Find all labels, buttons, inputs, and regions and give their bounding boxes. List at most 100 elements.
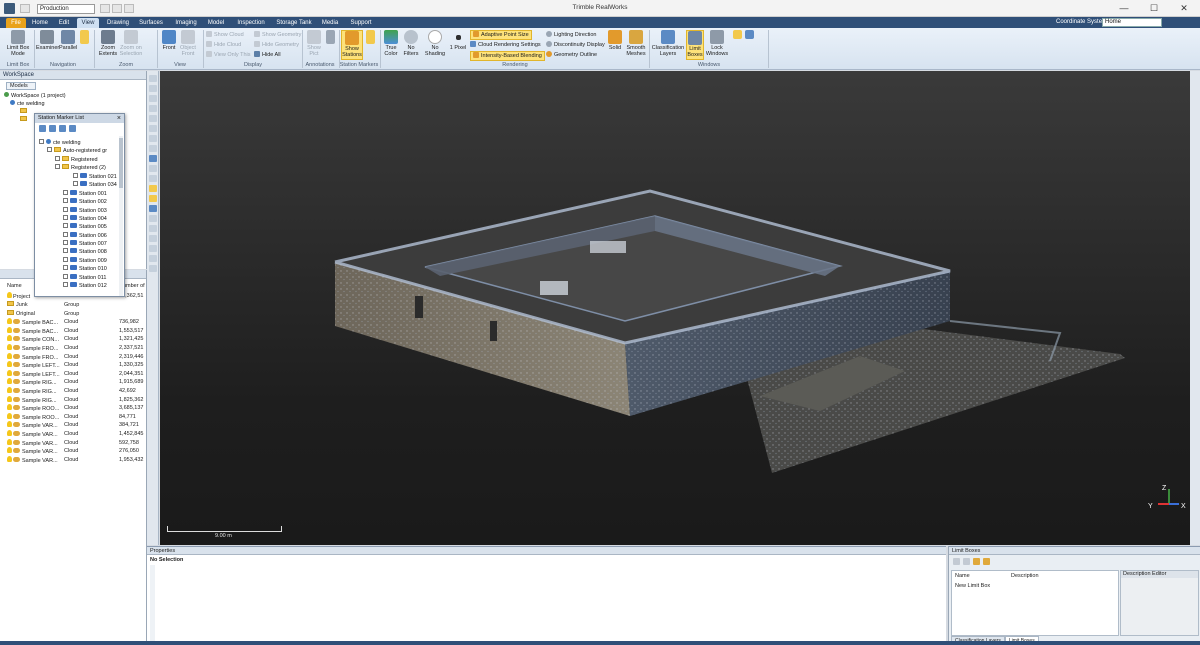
tab-view[interactable]: View [77,18,99,28]
tab-inspection[interactable]: Inspection [233,18,269,28]
open-folder-icon[interactable] [973,558,980,565]
view-only-this-button[interactable]: View Only This [206,51,250,59]
layer-row[interactable]: Junk Group [0,301,145,310]
checkbox[interactable] [63,215,68,221]
lock-windows-button[interactable]: Lock Windows [705,30,729,57]
viewport-tool-icon[interactable] [149,85,157,92]
station-item[interactable]: Station 021 [73,173,117,181]
viewport-tool-icon[interactable] [149,105,157,112]
viewport-tool-icon[interactable] [149,135,157,142]
viewport-tool-icon[interactable] [149,185,157,192]
checkbox[interactable] [63,190,68,195]
station-item[interactable]: Station 011 [63,273,106,282]
layer-row[interactable]: Sample RIG... Cloud 42,692 [0,387,145,396]
tab-storage-tank[interactable]: Storage Tank [274,18,314,28]
visibility-icon[interactable] [7,455,12,462]
viewport-tool-icon[interactable] [149,145,157,152]
solid-button[interactable]: Solid [606,30,624,51]
station-item[interactable]: Station 002 [63,198,107,206]
station-item[interactable]: Station 008 [63,248,107,256]
tab-surfaces[interactable]: Surfaces [136,18,166,28]
tab-models[interactable]: Models [6,82,36,90]
checkbox[interactable] [63,198,68,204]
hide-cloud-button[interactable]: Hide Cloud [206,41,241,49]
layer-row[interactable]: Sample RIG... Cloud 1,915,689 [0,378,145,387]
annotation-options-button[interactable] [324,30,336,45]
station-item[interactable]: Station 034 [73,181,117,189]
visibility-icon[interactable] [7,430,12,436]
collapse-icon[interactable] [49,125,56,132]
tree-folder[interactable] [20,108,29,116]
viewport-tool-icon[interactable] [149,155,157,162]
visibility-icon[interactable] [7,447,12,454]
checkbox[interactable] [63,206,68,212]
station-group-item[interactable]: Auto-registered gr [47,147,107,155]
viewport-tool-icon[interactable] [149,225,157,232]
viewport-tool-icon[interactable] [149,215,157,222]
visibility-icon[interactable] [7,344,12,350]
station-item[interactable]: Station 007 [63,240,107,248]
zoom-on-selection-button[interactable]: Zoom on Selection [119,30,143,57]
save-icon[interactable] [124,4,134,13]
no-filters-button[interactable]: No Filters [401,30,421,57]
smooth-meshes-button[interactable]: Smooth Meshes [625,30,647,57]
visibility-icon[interactable] [7,404,12,411]
visibility-icon[interactable] [7,326,12,333]
visibility-icon[interactable] [7,369,12,376]
expand-icon[interactable] [39,125,46,132]
layer-row[interactable]: Sample FRO... Cloud 2,319,446 [0,352,145,362]
viewport-tool-icon[interactable] [149,235,157,242]
visibility-icon[interactable] [7,412,12,419]
viewport-tool-icon[interactable] [149,245,157,252]
show-geometry-button[interactable]: Show Geometry [254,31,301,39]
lighting-direction-button[interactable]: Lighting Direction [546,31,597,39]
layer-row[interactable]: Sample LEFT... Cloud 2,044,351 [0,369,145,379]
minimize-button[interactable]: — [1110,1,1138,15]
viewport-tool-icon[interactable] [149,205,157,212]
station-item[interactable]: Station 010 [63,265,107,273]
station-item[interactable]: Station 001 [63,190,107,198]
visibility-icon[interactable] [7,335,12,342]
checkbox[interactable] [63,231,68,237]
adaptive-point-size-toggle[interactable]: Adaptive Point Size [470,30,532,40]
tab-file[interactable]: File [6,18,26,28]
viewport-tool-icon[interactable] [149,175,157,182]
visibility-icon[interactable] [7,421,12,428]
parallel-button[interactable]: Parallel [59,30,77,51]
maximize-button[interactable]: ☐ [1140,1,1168,15]
checkbox[interactable] [63,223,68,229]
intensity-based-blending-toggle[interactable]: Intensity-Based Blending [470,51,545,61]
column-name-header[interactable]: Name [955,573,970,579]
checkbox[interactable] [55,164,60,169]
visibility-icon[interactable] [7,438,12,445]
layer-row[interactable]: Sample BAC... Cloud 736,982 [0,318,145,327]
close-icon[interactable]: × [117,114,121,123]
checkbox[interactable] [63,281,68,287]
checkbox[interactable] [63,248,68,254]
visibility-icon[interactable] [7,352,12,359]
checkbox[interactable] [73,173,78,178]
undo-icon[interactable] [100,4,110,13]
scrollbar-thumb[interactable] [119,138,123,188]
visibility-icon[interactable] [7,378,12,385]
tab-imaging[interactable]: Imaging [172,18,200,28]
redo-icon[interactable] [112,4,122,13]
station-item[interactable]: Station 012 [63,281,107,290]
delete-limit-box-icon[interactable] [963,558,970,565]
viewport-tool-icon[interactable] [149,115,157,122]
layer-row[interactable]: Sample BAC... Cloud 1,553,517 [0,326,145,336]
visibility-icon[interactable] [7,395,12,402]
tab-support[interactable]: Support [347,18,375,28]
show-pictures-button[interactable]: Show Pict [304,30,324,57]
checkbox[interactable] [55,156,60,161]
coordinate-system-combo[interactable]: Home [1102,18,1162,27]
discontinuity-display-button[interactable]: Discontinuity Display [546,41,605,49]
station-options-button[interactable] [364,30,376,45]
layer-row[interactable]: Sample CON... Cloud 1,321,425 [0,335,145,344]
no-shading-button[interactable]: No Shading [423,30,447,57]
tab-model[interactable]: Model [205,18,227,28]
layer-row[interactable]: Sample RIG... Cloud 1,825,362 [0,395,145,405]
hide-all-button[interactable]: Hide All [254,51,281,59]
tab-edit[interactable]: Edit [55,18,73,28]
registered-folder-item[interactable]: Registered [55,156,98,164]
